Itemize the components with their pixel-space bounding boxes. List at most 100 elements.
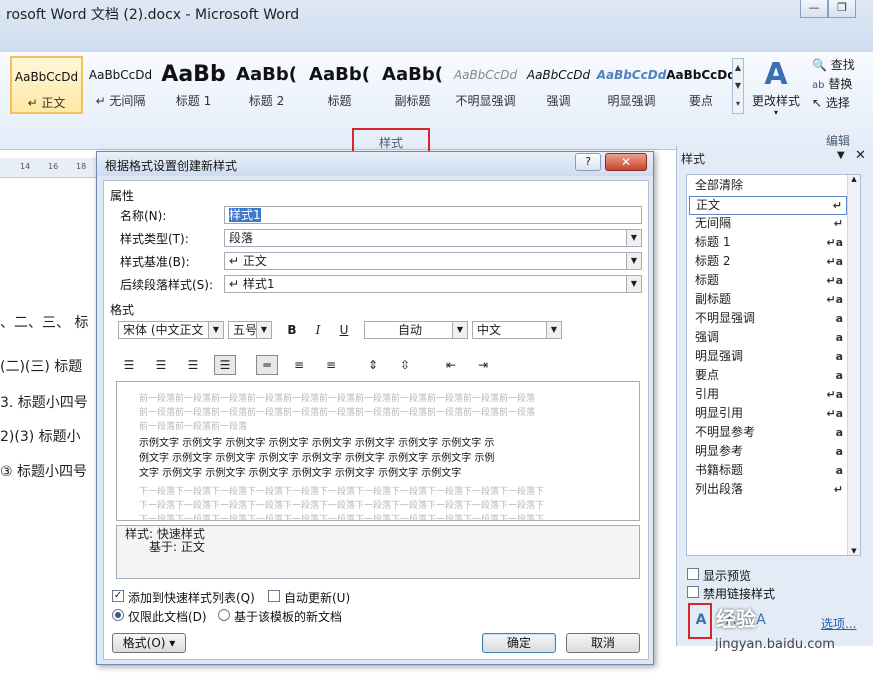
only-this-document-radio[interactable] (112, 609, 124, 621)
character-style-icon: a (835, 369, 843, 382)
style-item-subtle-emphasis[interactable]: 不明显强调 a (689, 310, 847, 329)
style-preview: AaBb( (382, 64, 443, 85)
minimize-button[interactable]: — (800, 0, 828, 18)
replace-label: 替换 (828, 77, 853, 91)
style-item-book-title[interactable]: 书籍标题 a (689, 462, 847, 481)
style-tile-subtle-emphasis[interactable]: AaBbCcDd 不明显强调 (449, 56, 522, 114)
next-style-select[interactable]: ↵ 样式1 ▼ (224, 275, 642, 293)
close-icon[interactable]: ✕ (855, 148, 866, 163)
increase-paragraph-spacing-icon[interactable]: ⇕ (362, 355, 384, 375)
style-tile-heading2[interactable]: AaBb( 标题 2 (230, 56, 303, 114)
chevron-down-icon[interactable]: ▼ (256, 322, 271, 338)
change-styles-button[interactable]: A 更改样式 ▾ (750, 58, 802, 120)
italic-button[interactable]: I (308, 320, 328, 340)
add-quick-style-checkbox[interactable]: ✓ (112, 590, 124, 602)
pane-menu-icon[interactable]: ▼ (837, 150, 845, 161)
preview-prev-line: 前一段落前一段落前一段落 (139, 422, 248, 432)
style-item-normal[interactable]: 正文 ↵ (689, 196, 847, 215)
align-center-icon[interactable]: ☰ (150, 355, 172, 375)
name-field[interactable]: 样式1 (224, 206, 642, 224)
style-type-select[interactable]: 段落 ▼ (224, 229, 642, 247)
style-item-quote[interactable]: 引用 ↵a (689, 386, 847, 405)
gallery-more-icon[interactable]: ▾ (733, 95, 743, 113)
document-page[interactable]: 、二、三、 标 (二)(三) 标题 3. 标题小四号 2)(3) 标题小 ③ 标… (0, 180, 100, 675)
auto-update-checkbox[interactable] (268, 590, 280, 602)
increase-indent-icon[interactable]: ⇥ (472, 355, 494, 375)
new-documents-radio[interactable] (218, 609, 230, 621)
underline-button[interactable]: U (334, 320, 354, 340)
chevron-down-icon[interactable]: ▼ (626, 253, 641, 269)
justify-icon[interactable]: ☰ (214, 355, 236, 375)
style-item-label: 明显参考 (695, 444, 744, 458)
bold-button[interactable]: B (282, 320, 302, 340)
chevron-down-icon[interactable]: ▼ (733, 77, 743, 95)
style-item-heading2[interactable]: 标题 2 ↵a (689, 253, 847, 272)
chevron-up-icon[interactable]: ▲ (733, 59, 743, 77)
cancel-button[interactable]: 取消 (566, 633, 640, 653)
chevron-down-icon[interactable]: ▼ (208, 322, 223, 338)
style-item-no-spacing[interactable]: 无间隔 ↵ (689, 215, 847, 234)
gallery-scroll[interactable]: ▲ ▼ ▾ (732, 58, 744, 114)
font-value: 宋体 (中文正文 (123, 323, 204, 337)
font-color-select[interactable]: 自动 ▼ (364, 321, 468, 339)
one-half-spacing-icon[interactable]: ≡ (288, 355, 310, 375)
style-item-label: 标题 1 (695, 235, 731, 249)
style-item-intense-quote[interactable]: 明显引用 ↵a (689, 405, 847, 424)
style-preview: AaBb( (236, 64, 297, 85)
chevron-up-icon[interactable]: ▲ (848, 175, 860, 183)
style-name: 标题 1 (175, 94, 212, 108)
chevron-down-icon[interactable]: ▼ (848, 547, 860, 555)
style-tile-intense-emphasis[interactable]: AaBbCcDd 明显强调 (595, 56, 668, 114)
style-item-intense-emphasis[interactable]: 明显强调 a (689, 348, 847, 367)
style-item-clear-all[interactable]: 全部清除 (689, 177, 847, 196)
replace-button[interactable]: ab 替换 (812, 75, 872, 94)
decrease-paragraph-spacing-icon[interactable]: ⇳ (394, 355, 416, 375)
decrease-indent-icon[interactable]: ⇤ (440, 355, 462, 375)
disable-linked-styles-checkbox[interactable] (687, 586, 699, 598)
paragraph-mark-icon: ↵ (832, 199, 842, 212)
style-item-emphasis[interactable]: 强调 a (689, 329, 847, 348)
single-spacing-icon[interactable]: ═ (256, 355, 278, 375)
style-tile-heading1[interactable]: AaBb 标题 1 (157, 56, 230, 114)
styles-list-scrollbar[interactable]: ▲ ▼ (847, 175, 860, 555)
style-tile-emphasis[interactable]: AaBbCcDd 强调 (522, 56, 595, 114)
style-item-subtitle[interactable]: 副标题 ↵a (689, 291, 847, 310)
show-preview-checkbox[interactable] (687, 568, 699, 580)
style-item-intense-reference[interactable]: 明显参考 a (689, 443, 847, 462)
style-item-list-paragraph[interactable]: 列出段落 ↵ (689, 481, 847, 500)
style-tile-no-spacing[interactable]: AaBbCcDd ↵ 无间隔 (84, 56, 157, 114)
select-button[interactable]: ↖ 选择 (812, 94, 872, 113)
format-menu-button[interactable]: 格式(O) ▾ (112, 633, 186, 653)
restore-button[interactable]: ❐ (828, 0, 856, 18)
ok-button[interactable]: 确定 (482, 633, 556, 653)
options-link[interactable]: 选项... (821, 615, 856, 632)
style-tile-normal[interactable]: AaBbCcDd ↵ 正文 (10, 56, 83, 114)
style-tile-subtitle[interactable]: AaBb( 副标题 (376, 56, 449, 114)
align-right-icon[interactable]: ☰ (182, 355, 204, 375)
double-spacing-icon[interactable]: ≡ (320, 355, 342, 375)
size-select[interactable]: 五号 ▼ (228, 321, 272, 339)
linked-style-icon: ↵a (826, 274, 843, 287)
style-tile-strong[interactable]: AaBbCcDd 要点 (666, 56, 736, 114)
language-select[interactable]: 中文 ▼ (472, 321, 562, 339)
align-left-icon[interactable]: ☰ (118, 355, 140, 375)
based-on-select[interactable]: ↵ 正文 ▼ (224, 252, 642, 270)
style-item-heading1[interactable]: 标题 1 ↵a (689, 234, 847, 253)
help-button[interactable]: ? (575, 153, 601, 171)
linked-style-icon: ↵a (826, 388, 843, 401)
style-preview-box: 前一段落前一段落前一段落前一段落前一段落前一段落前一段落前一段落前一段落前一段落… (116, 381, 640, 521)
font-select[interactable]: 宋体 (中文正文 ▼ (118, 321, 224, 339)
style-item-subtle-reference[interactable]: 不明显参考 a (689, 424, 847, 443)
close-button[interactable]: ✕ (605, 153, 647, 171)
style-item-strong[interactable]: 要点 a (689, 367, 847, 386)
chevron-down-icon[interactable]: ▼ (626, 230, 641, 246)
style-tile-title[interactable]: AaBb( 标题 (303, 56, 376, 114)
chevron-down-icon[interactable]: ▼ (452, 322, 467, 338)
name-label: 名称(N): (120, 209, 167, 223)
chevron-down-icon[interactable]: ▼ (546, 322, 561, 338)
style-name: 不明显强调 (455, 94, 516, 108)
ruler-tick: 16 (48, 162, 59, 171)
find-button[interactable]: 🔍 查找 (812, 56, 872, 75)
chevron-down-icon[interactable]: ▼ (626, 276, 641, 292)
style-item-title[interactable]: 标题 ↵a (689, 272, 847, 291)
